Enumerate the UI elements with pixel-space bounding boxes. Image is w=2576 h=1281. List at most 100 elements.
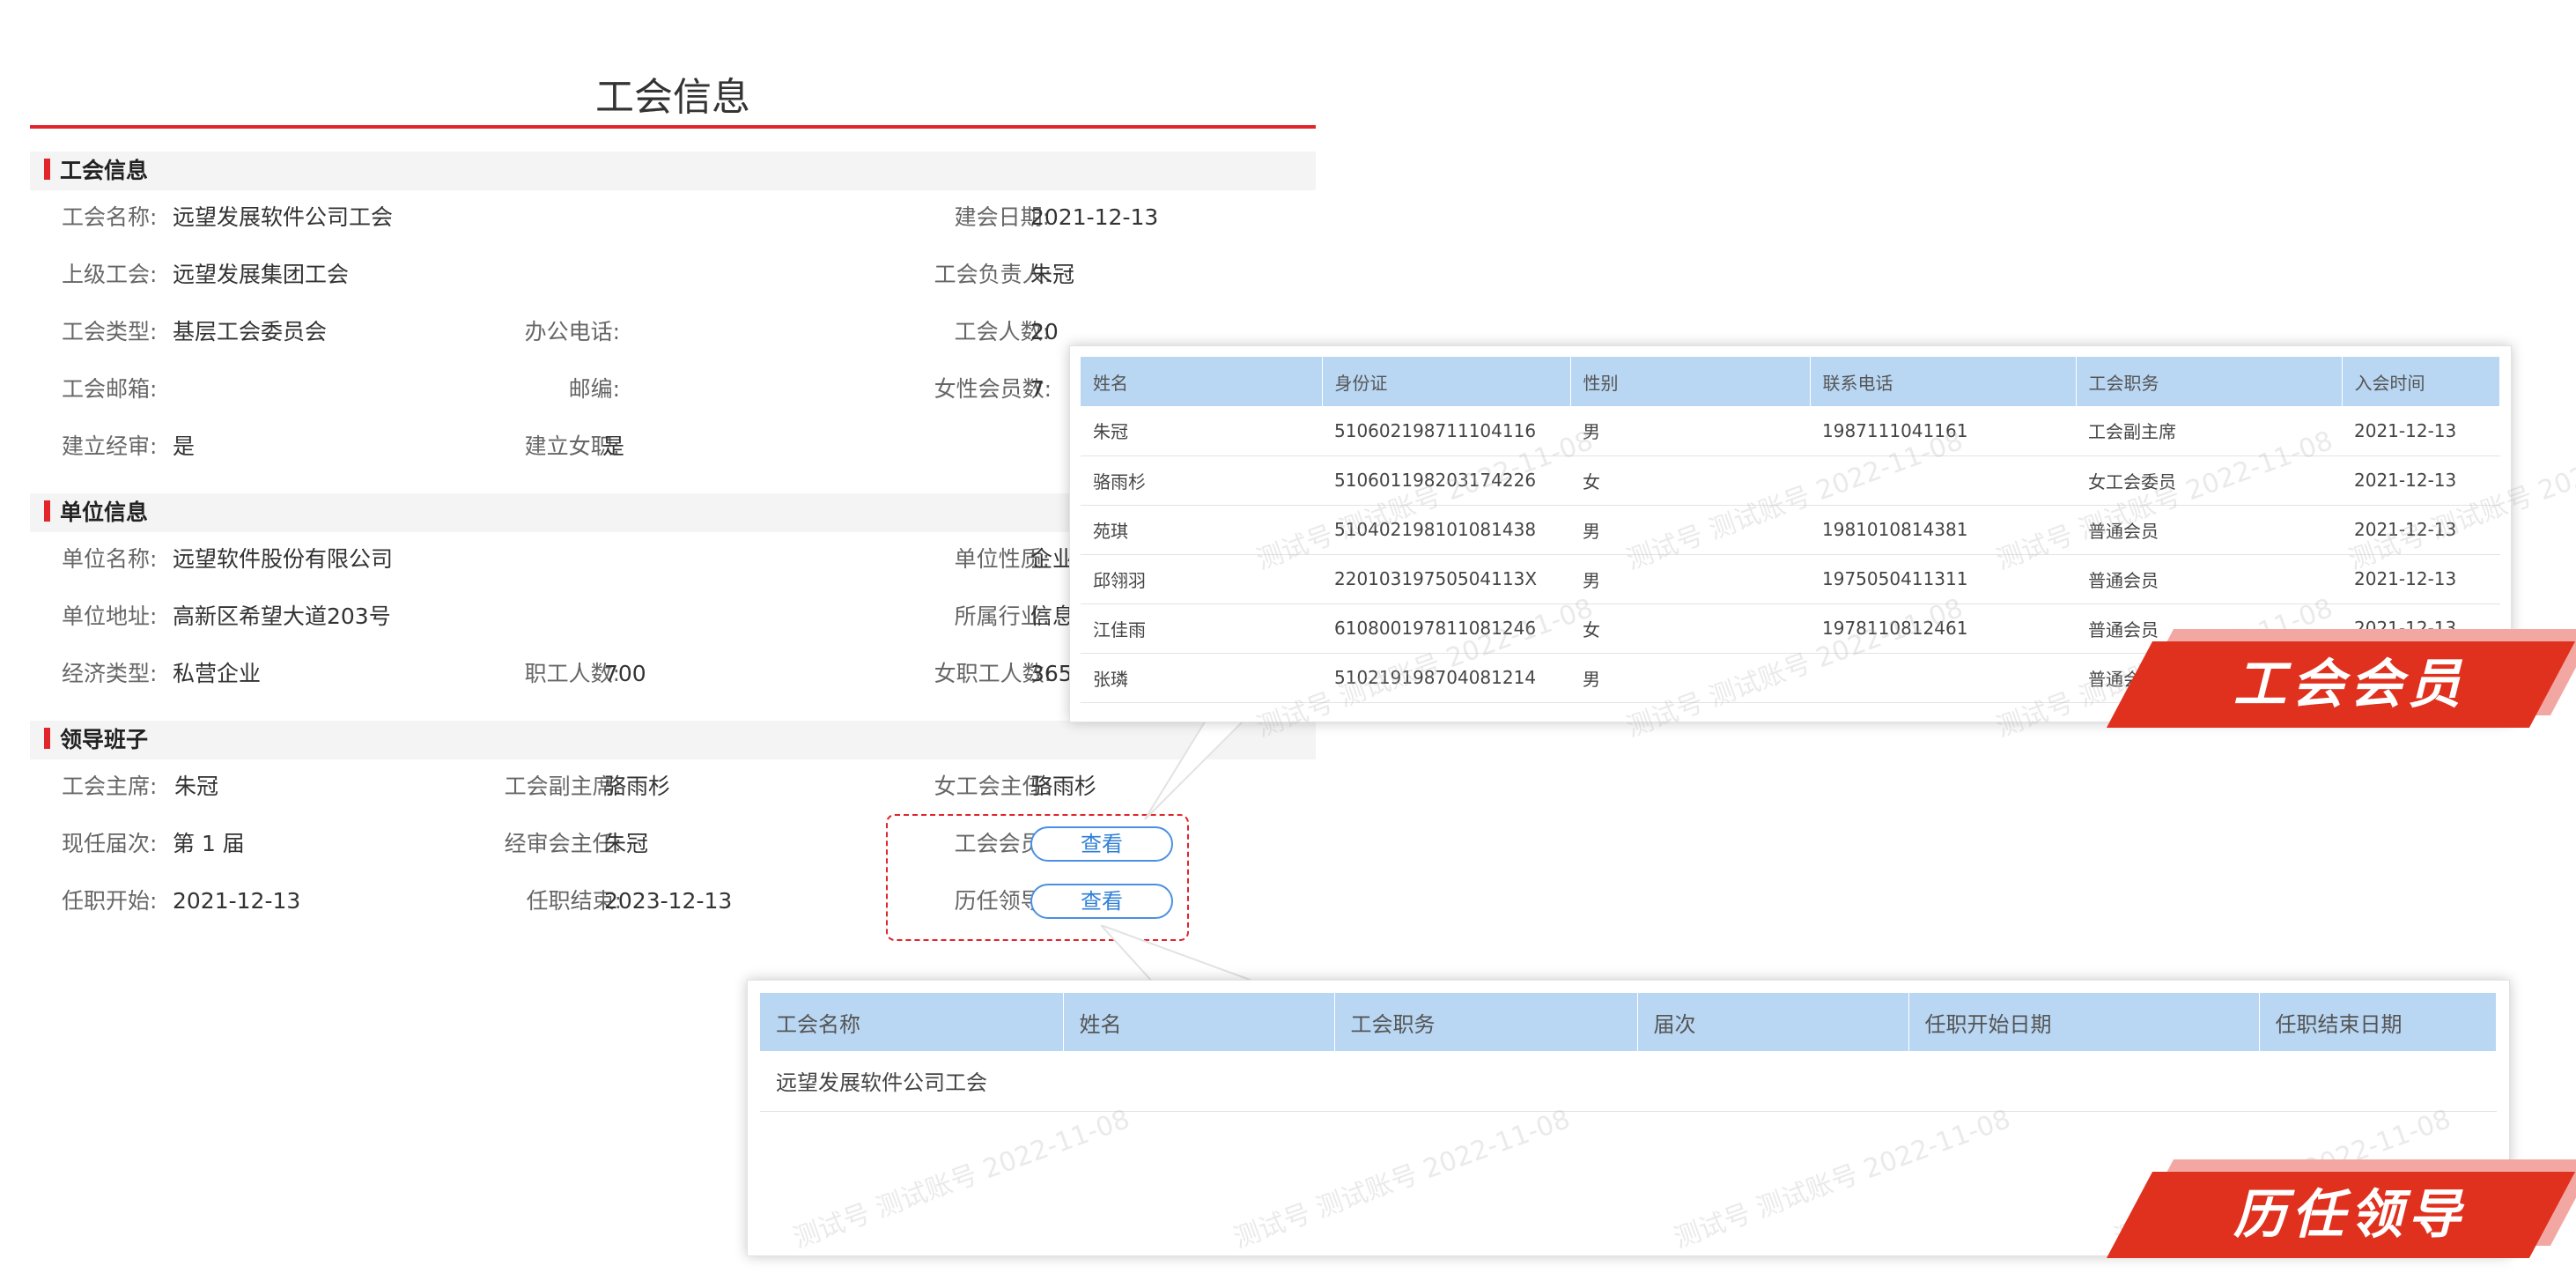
label-office-phone: 办公电话: [524,319,620,344]
watermark: 测试号 测试账号 2022-11-08 [1229,1103,1575,1255]
label-audit-committee: 建立经审: [62,433,158,459]
table-cell: 普通会员 [2076,505,2342,555]
column-header: 姓名 [1063,993,1335,1051]
past-leaders-table: 工会名称 姓名 工会职务 届次 任职开始日期 任职结束日期 远望发展软件公司工会 [760,993,2497,1112]
label-vice-chairman: 工会副主席: [504,774,622,799]
table-cell: 男 [1570,406,1810,456]
value-term-start: 2021-12-13 [173,888,301,914]
label-female-org: 建立女职: [524,433,620,459]
value-chairman: 朱冠 [174,774,219,799]
table-cell: 女工会委员 [2076,455,2342,506]
section-marker [44,500,50,522]
table-cell: 2021-12-13 [2342,455,2500,506]
value-company-nature: 企业 [1030,546,1075,572]
table-cell: 510601198203174226 [1322,455,1570,506]
members-ribbon-label: 工会会员 [2233,654,2466,715]
label-female-count: 女性会员数: [934,376,1052,402]
members-table-header: 姓名 身份证 性别 联系电话 工会职务 入会时间 [1081,357,2500,406]
table-cell: 2021-12-13 [2342,406,2500,456]
member-row: 骆雨杉 510601198203174226 女 女工会委员 2021-12-13 [1081,455,2500,506]
label-audit-director: 经审会主任: [504,831,622,856]
table-cell: 510219198704081214 [1322,653,1570,703]
label-union-email: 工会邮箱: [62,376,158,402]
label-postcode: 邮编: [568,376,620,402]
value-company-name: 远望软件股份有限公司 [173,546,394,572]
label-union-name: 工会名称: [62,204,158,230]
label-term-end: 任职结束: [526,888,622,914]
column-header: 届次 [1637,993,1909,1051]
table-cell: 邱翎羽 [1081,554,1322,604]
column-header: 入会时间 [2342,357,2500,406]
section-marker [44,159,50,180]
value-vice-chairman: 骆雨杉 [604,774,671,799]
label-union-type: 工会类型: [62,319,158,344]
value-female-count: 7 [1030,376,1044,402]
section-marker [44,728,50,749]
label-female-staff: 女职工人数: [934,661,1052,686]
table-cell: 男 [1570,554,1810,604]
value-economic-type: 私营企业 [173,661,262,686]
value-audit-committee: 是 [173,433,196,459]
label-economic-type: 经济类型: [62,661,158,686]
column-header: 身份证 [1322,357,1571,406]
column-header: 联系电话 [1810,357,2077,406]
label-parent-union: 上级工会: [62,262,158,287]
past-leaders-ribbon-label: 历任领导 [2233,1184,2466,1246]
table-cell: 普通会员 [2076,554,2342,604]
table-cell: 22010319750504113X [1322,554,1570,604]
table-cell: 男 [1570,653,1810,703]
table-cell: 510602198711104116 [1322,406,1570,456]
column-header: 工会职务 [2076,357,2343,406]
section-title-leadership: 领导班子 [60,727,149,752]
value-female-staff: 365 [1030,661,1073,686]
table-cell [1810,653,2076,703]
watermark: 测试号 测试账号 2022-11-08 [1670,1103,2015,1255]
table-cell: 工会副主席 [2076,406,2342,456]
table-cell: 男 [1570,505,1810,555]
label-chairman: 工会主席: [62,774,158,799]
table-cell [1334,1051,1637,1112]
past-leader-row: 远望发展软件公司工会 [760,1051,2497,1112]
member-row: 邱翎羽 22010319750504113X 男 1975050411311 普通会员 2… [1081,554,2500,604]
value-female-org: 是 [602,433,625,459]
table-cell [1908,1051,2259,1112]
label-women-director: 女工会主任: [934,774,1052,799]
value-member-count: 20 [1030,319,1059,344]
value-industry: 信息 [1030,603,1075,629]
value-term-end: 2023-12-13 [604,888,733,914]
section-title-company: 单位信息 [60,500,149,525]
label-current-term: 现任届次: [62,831,158,856]
table-cell: 苑琪 [1081,505,1322,555]
value-staff-count: 700 [604,661,646,686]
table-cell [1810,455,2076,506]
leaders-callout-tail [1100,925,1260,984]
table-cell: 1978110812461 [1810,603,2076,654]
table-cell: 女 [1570,603,1810,654]
value-women-director: 骆雨杉 [1030,774,1097,799]
table-cell: 2021-12-13 [2342,554,2500,604]
member-row: 苑琪 510402198101081438 男 1981010814381 普通会员 20… [1081,505,2500,555]
table-cell: 女 [1570,455,1810,506]
table-cell: 510402198101081438 [1322,505,1570,555]
value-current-term: 第 1 届 [173,831,245,856]
table-cell [1637,1051,1908,1112]
value-company-address: 高新区希望大道203号 [173,603,391,629]
table-cell: 1975050411311 [1810,554,2076,604]
title-divider [30,125,1316,129]
table-cell: 江佳雨 [1081,603,1322,654]
value-audit-director: 朱冠 [604,831,649,856]
page-title: 工会信息 [595,75,750,120]
value-founded-date: 2021-12-13 [1030,204,1159,230]
column-header: 性别 [1570,357,1811,406]
section-title-union: 工会信息 [60,158,149,183]
label-staff-count: 职工人数: [524,661,620,686]
table-cell: 远望发展软件公司工会 [760,1051,1063,1112]
section-header-union: 工会信息 [30,152,1316,190]
table-cell: 1987111041161 [1810,406,2076,456]
table-cell [1063,1051,1334,1112]
column-header: 任职结束日期 [2259,993,2497,1051]
column-header: 任职开始日期 [1908,993,2260,1051]
members-callout-tail [1144,705,1259,820]
members-ribbon: 工会会员 [2106,629,2576,728]
column-header: 姓名 [1081,357,1323,406]
